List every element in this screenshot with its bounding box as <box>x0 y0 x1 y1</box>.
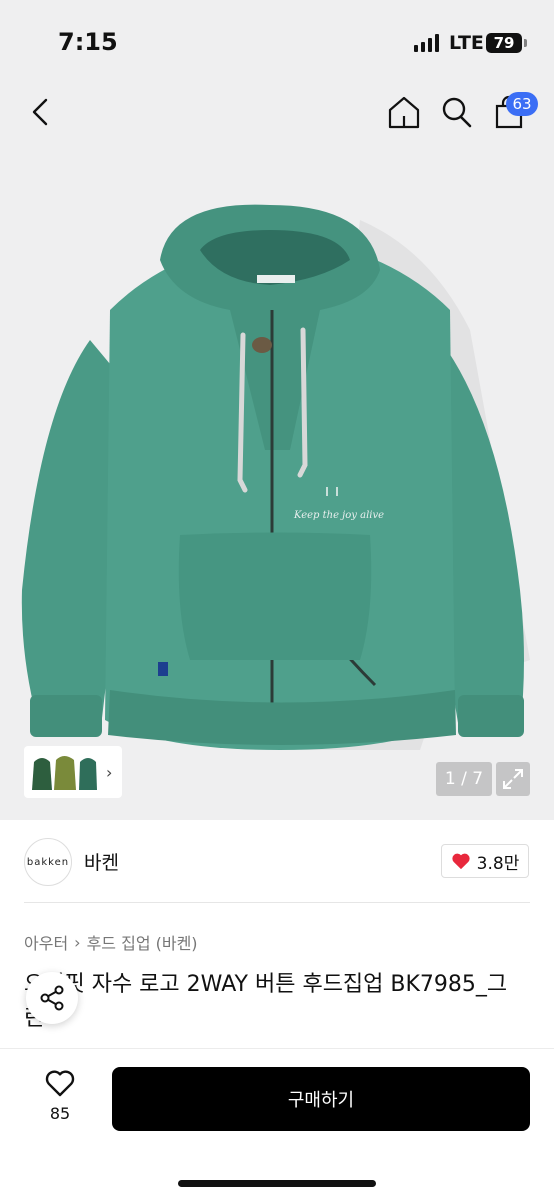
buy-button[interactable]: 구매하기 <box>112 1067 530 1131</box>
product-image[interactable]: Keep the joy alive <box>0 190 554 750</box>
image-counter: 1 / 7 <box>436 762 492 796</box>
brand-logo-text: bakken <box>26 856 70 868</box>
home-indicator <box>178 1180 376 1187</box>
wishlist-count: 85 <box>49 1104 71 1123</box>
breadcrumb-item-outer[interactable]: 아우터 <box>24 930 68 954</box>
chevron-left-icon <box>32 98 48 126</box>
embroidery-text: Keep the joy alive <box>293 510 384 521</box>
cart-count-badge: 63 <box>506 92 538 116</box>
brand-logo[interactable]: bakken <box>24 838 72 886</box>
chevron-right-icon: › <box>106 762 113 782</box>
product-hero: 7:15 LTE 79 63 Keep the joy alive › 1 / … <box>0 0 554 820</box>
breadcrumb-item-hood-zipup[interactable]: 후드 집업 (바켄) <box>87 930 198 954</box>
home-button[interactable] <box>386 94 422 130</box>
heart-outline-icon <box>45 1070 75 1097</box>
thumbnail-strip[interactable]: › <box>24 746 122 798</box>
product-title: 오버핏 자수 로고 2WAY 버튼 후드집업 BK7985_그린 <box>24 972 508 1031</box>
chevron-right-icon: › <box>74 932 81 952</box>
brand-name[interactable]: 바켄 <box>84 848 119 875</box>
share-icon <box>40 985 64 1011</box>
brand-like-count: 3.8만 <box>476 853 520 874</box>
battery-icon: 79 <box>486 33 527 53</box>
expand-icon <box>503 769 523 789</box>
heart-filled-icon <box>452 853 470 870</box>
share-button[interactable] <box>26 972 78 1024</box>
home-icon <box>388 96 420 129</box>
thumbnail-images <box>32 756 97 790</box>
back-button[interactable] <box>26 94 58 130</box>
divider <box>24 902 530 903</box>
breadcrumb: 아우터 › 후드 집업 (바켄) <box>24 930 198 954</box>
search-icon <box>442 97 472 128</box>
expand-button[interactable] <box>496 762 530 796</box>
brand-like-button[interactable]: 3.8만 <box>441 844 529 878</box>
status-time: 7:15 <box>58 28 118 56</box>
search-button[interactable] <box>440 94 474 130</box>
network-label: LTE <box>449 32 484 54</box>
signal-icon <box>414 34 439 52</box>
wishlist-button[interactable]: 85 <box>30 1068 90 1123</box>
battery-level: 79 <box>493 34 515 52</box>
status-bar: 7:15 LTE 79 <box>0 0 554 88</box>
